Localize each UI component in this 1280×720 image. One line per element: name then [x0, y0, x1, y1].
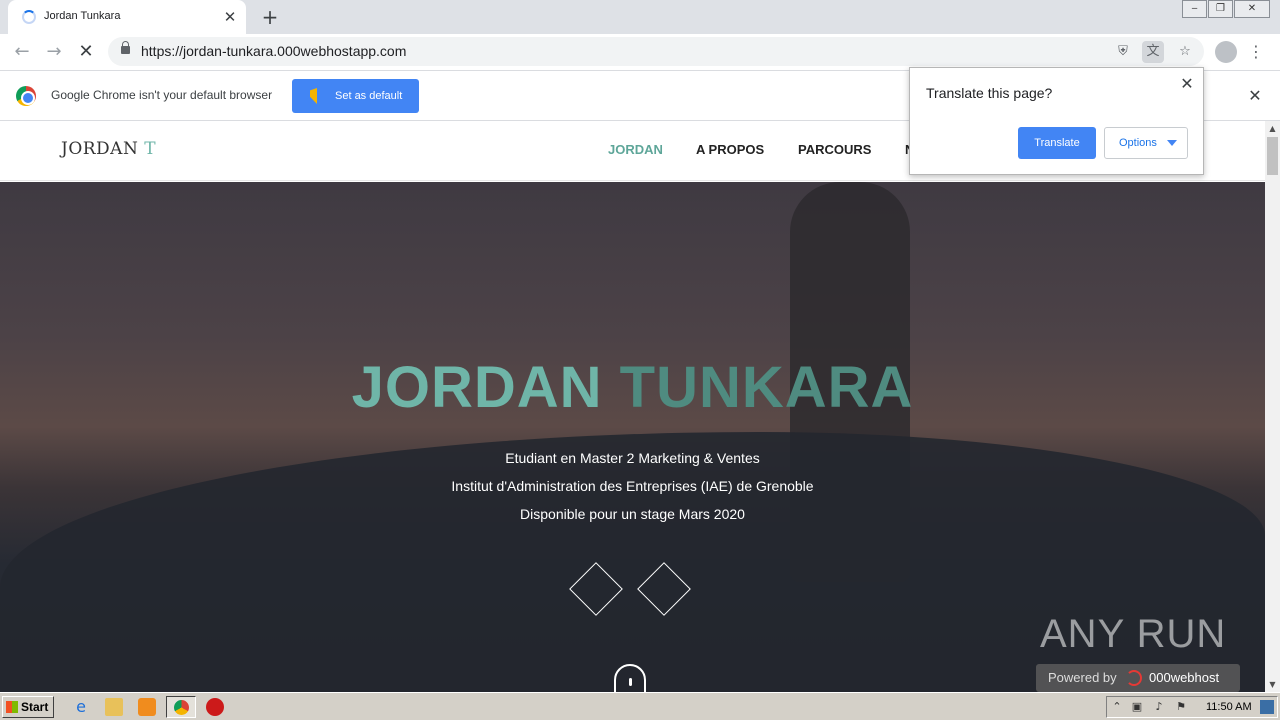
chrome-taskbar-icon	[174, 700, 189, 715]
windows-taskbar: Start e ⌃ ▣ ♪ ⚑ 11:50 AM	[0, 692, 1280, 720]
site-logo-main: JORDAN	[61, 139, 139, 159]
webhost-badge[interactable]: Powered by 000webhost	[1036, 664, 1240, 692]
caret-down-icon	[1167, 140, 1177, 146]
hero-title-first: JORDAN	[351, 355, 603, 420]
site-logo[interactable]: JORDAN T	[61, 139, 156, 159]
clock[interactable]: 11:50 AM	[1206, 701, 1252, 713]
nav-link-jordan[interactable]: JORDAN	[608, 142, 663, 157]
translate-popup-title: Translate this page?	[926, 85, 1053, 101]
web-page: JORDAN T JORDAN A PROPOS PARCOURS N JORD…	[0, 121, 1265, 692]
hero-title: JORDAN TUNKARA	[0, 354, 1265, 421]
system-tray: ⌃ ▣ ♪ ⚑ 11:50 AM	[1106, 696, 1278, 718]
webhost-logo-icon	[1126, 670, 1142, 686]
translate-popup: Translate this page? ✕ Translate Options	[909, 67, 1204, 175]
folder-icon[interactable]	[105, 698, 123, 716]
translate-options-label: Options	[1119, 137, 1157, 149]
translate-popup-close-icon[interactable]: ✕	[1178, 75, 1196, 93]
windows-logo-icon	[6, 701, 18, 713]
page-scrollbar[interactable]: ▲ ▼	[1265, 121, 1280, 692]
chrome-taskbar-button[interactable]	[166, 696, 196, 718]
site-logo-accent: T	[144, 139, 157, 159]
uac-shield-icon	[310, 88, 324, 104]
address-bar[interactable]: https://jordan-tunkara.000webhostapp.com…	[108, 37, 1204, 66]
nav-link-a-propos[interactable]: A PROPOS	[696, 142, 764, 157]
back-arrow-icon[interactable]: ←	[9, 40, 35, 64]
show-desktop-icon[interactable]	[1260, 700, 1274, 714]
network-icon[interactable]: ▣	[1130, 700, 1144, 714]
scroll-up-arrow-icon[interactable]: ▲	[1265, 121, 1280, 136]
url-text[interactable]: https://jordan-tunkara.000webhostapp.com	[141, 43, 406, 59]
infobar-close-icon[interactable]: ✕	[1246, 87, 1264, 105]
translate-button[interactable]: Translate	[1018, 127, 1096, 159]
new-tab-button[interactable]: +	[258, 5, 282, 29]
translate-options-button[interactable]: Options	[1104, 127, 1188, 159]
hero-line-study: Etudiant en Master 2 Marketing & Ventes	[505, 450, 760, 466]
opera-icon[interactable]	[206, 698, 224, 716]
powered-by-text: Powered by	[1048, 670, 1117, 685]
restore-button[interactable]: ❐	[1208, 0, 1233, 18]
infobar-message: Google Chrome isn't your default browser	[51, 88, 273, 102]
set-as-default-button[interactable]: Set as default	[292, 79, 419, 113]
menu-dots-icon[interactable]: ⋮	[1248, 40, 1264, 64]
internet-explorer-icon[interactable]: e	[72, 698, 90, 716]
lock-icon[interactable]	[121, 41, 130, 54]
chrome-logo-icon	[16, 86, 36, 106]
tray-expand-icon[interactable]: ⌃	[1110, 700, 1124, 714]
tab-close-icon[interactable]: ✕	[220, 7, 240, 27]
loading-spinner-icon	[22, 10, 36, 24]
webhost-name: 000webhost	[1149, 670, 1220, 685]
hero-line-school: Institut d'Administration des Entreprise…	[451, 478, 814, 494]
shield-blocked-icon[interactable]: ⛨	[1112, 41, 1134, 63]
set-as-default-label: Set as default	[335, 90, 403, 102]
scroll-down-arrow-icon[interactable]: ▼	[1265, 677, 1280, 692]
window-close-button[interactable]: ✕	[1234, 0, 1270, 18]
media-player-icon[interactable]	[138, 698, 156, 716]
browser-tab[interactable]: Jordan Tunkara ✕	[8, 0, 246, 34]
tab-title: Jordan Tunkara	[44, 10, 121, 22]
action-center-flag-icon[interactable]: ⚑	[1174, 700, 1188, 714]
scroll-thumb[interactable]	[1267, 137, 1278, 175]
hero-title-last: TUNKARA	[619, 355, 914, 420]
anyrun-watermark: ANY RUN	[1040, 612, 1227, 656]
nav-link-parcours[interactable]: PARCOURS	[798, 142, 871, 157]
volume-icon[interactable]: ♪	[1152, 700, 1166, 714]
forward-arrow-icon[interactable]: →	[41, 40, 67, 64]
stop-loading-icon[interactable]: ✕	[73, 40, 99, 64]
scroll-down-mouse-icon[interactable]	[614, 664, 646, 692]
minimize-button[interactable]: ‒	[1182, 0, 1207, 18]
hero-line-availability: Disponible pour un stage Mars 2020	[520, 506, 745, 522]
start-button[interactable]: Start	[2, 696, 54, 718]
translate-icon[interactable]: 文	[1142, 41, 1164, 63]
start-label: Start	[21, 700, 49, 714]
profile-avatar-icon[interactable]	[1215, 41, 1237, 63]
browser-toolbar: ← → ✕ https://jordan-tunkara.000webhosta…	[0, 34, 1280, 70]
tab-strip: Jordan Tunkara ✕ + ‒ ❐ ✕	[0, 0, 1280, 34]
star-bookmark-icon[interactable]: ☆	[1174, 41, 1196, 63]
